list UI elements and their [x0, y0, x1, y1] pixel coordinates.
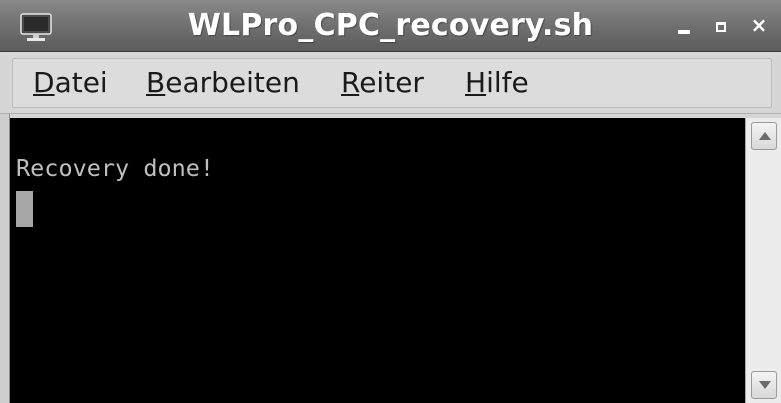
menu-reiter-label: eiter — [359, 66, 424, 99]
terminal-window: WLPro_CPC_recovery.sh × Datei Bearbeiten… — [0, 0, 781, 403]
close-icon[interactable]: × — [745, 10, 773, 40]
window-title: WLPro_CPC_recovery.sh — [187, 8, 594, 43]
menu-hilfe-label: ilfe — [486, 66, 529, 99]
menu-datei[interactable]: Datei — [33, 66, 108, 100]
maximize-icon[interactable] — [708, 10, 736, 40]
menu-bearbeiten[interactable]: Bearbeiten — [146, 66, 300, 100]
menu-hilfe[interactable]: Hilfe — [465, 66, 529, 100]
menu-bar-frame: Datei Bearbeiten Reiter Hilfe — [12, 58, 772, 108]
vertical-scrollbar[interactable] — [745, 118, 781, 403]
menu-datei-label: atei — [54, 66, 108, 99]
window-left-border — [0, 114, 10, 403]
menu-hilfe-mnemonic: H — [465, 66, 487, 99]
terminal-line: Recovery done! — [16, 154, 215, 182]
arrow-down-icon[interactable] — [751, 371, 777, 399]
menu-bar: Datei Bearbeiten Reiter Hilfe — [0, 52, 781, 114]
arrow-up-icon[interactable] — [751, 122, 777, 150]
title-bar[interactable]: WLPro_CPC_recovery.sh × — [0, 0, 781, 52]
menu-bearbeiten-label: earbeiten — [165, 66, 300, 99]
menu-datei-mnemonic: D — [33, 66, 55, 99]
menu-bearbeiten-mnemonic: B — [146, 66, 166, 99]
minimize-icon[interactable] — [671, 10, 699, 40]
terminal-output[interactable]: Recovery done! — [10, 118, 745, 403]
menu-reiter[interactable]: Reiter — [341, 66, 424, 100]
terminal-cursor — [16, 191, 33, 227]
menu-reiter-mnemonic: R — [341, 66, 360, 99]
